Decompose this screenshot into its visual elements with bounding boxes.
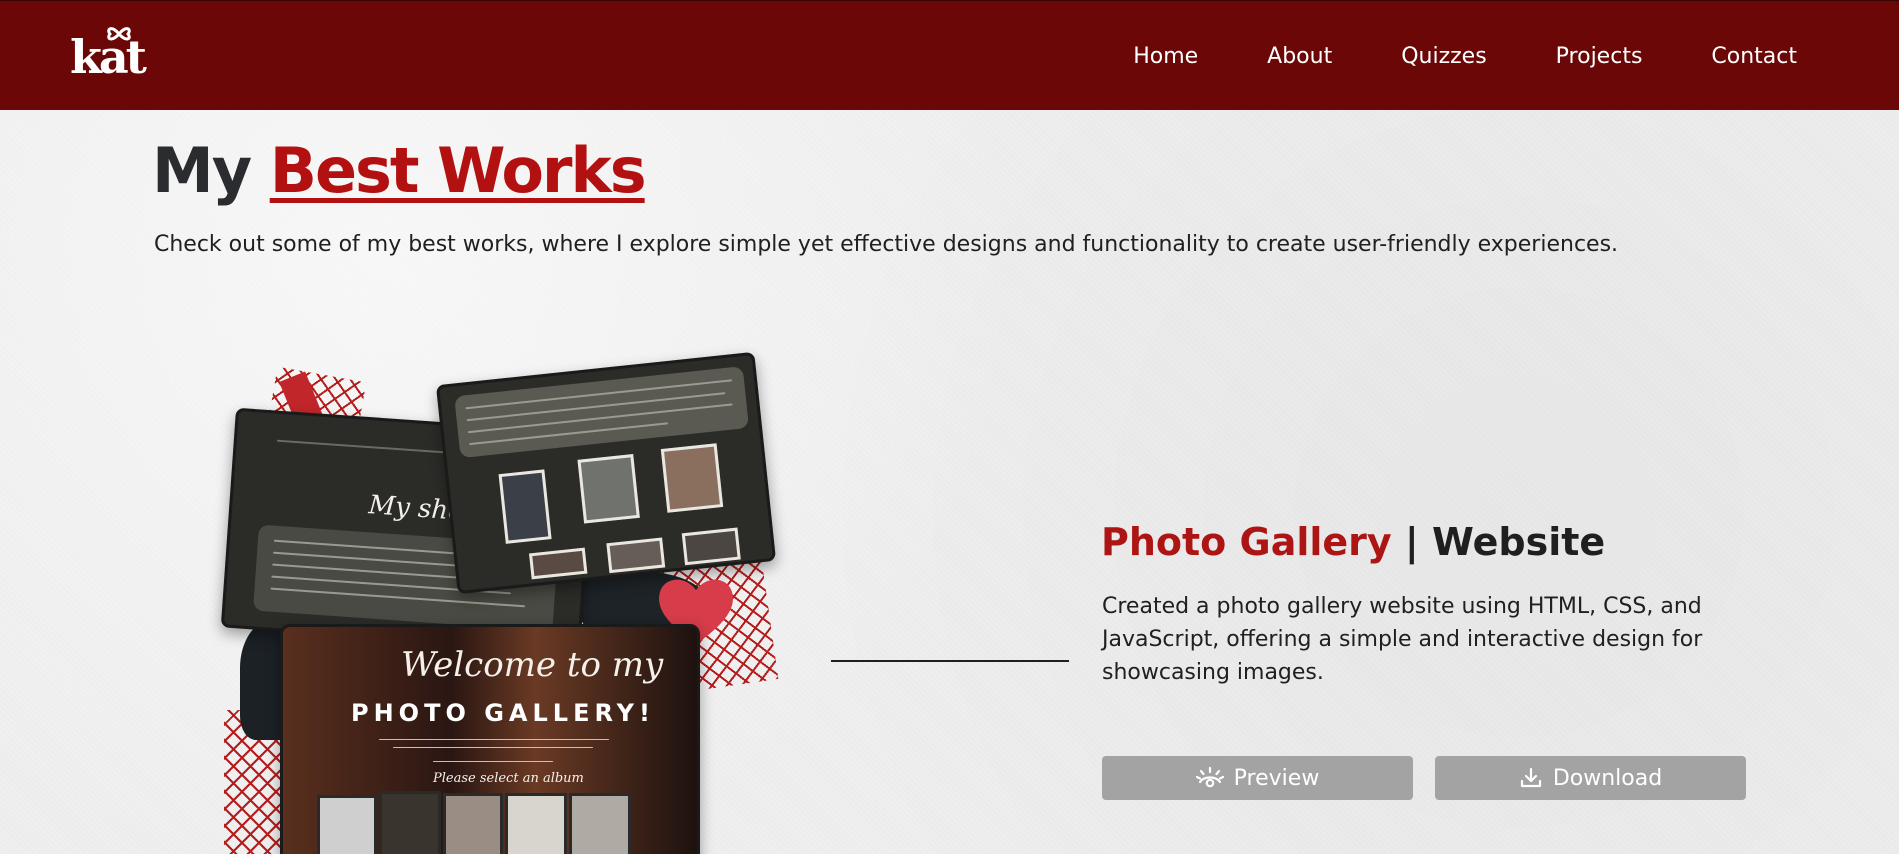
project-description: Created a photo gallery website using HT… <box>1102 594 1703 685</box>
photo-thumbnail <box>498 469 552 544</box>
nav-link-contact[interactable]: Contact <box>1711 44 1797 69</box>
nav-link-quizzes[interactable]: Quizzes <box>1401 44 1486 69</box>
download-button-label: Download <box>1552 765 1663 791</box>
logo[interactable]: kat <box>70 27 154 83</box>
album-thumbnail <box>569 793 631 854</box>
project-name: Photo Gallery <box>1101 520 1392 564</box>
photo-thumbnail <box>606 537 666 574</box>
navbar: kat Home About Quizzes Projects Contact <box>0 0 1899 110</box>
page-title-plain: My <box>152 134 252 207</box>
album-page-screenshot <box>435 351 777 595</box>
project-title: Photo Gallery | Website <box>1101 520 1605 572</box>
nav-link-projects[interactable]: Projects <box>1556 44 1643 69</box>
eye-icon <box>1195 766 1224 788</box>
project-title-separator: | <box>1404 520 1419 564</box>
intro-text: Check out some of my best works, where I… <box>154 232 1619 257</box>
download-icon <box>1520 767 1541 788</box>
photo-thumbnail <box>577 454 640 524</box>
gallery-title-text: PHOTO GALLERY! <box>351 699 655 727</box>
project-collage-image: My short st Welcome to my PHOTO GALLERY!… <box>210 350 810 854</box>
nav-links: Home About Quizzes Projects Contact <box>1133 1 1797 111</box>
gallery-home-screenshot: Welcome to my PHOTO GALLERY! Please sele… <box>280 624 700 854</box>
photo-thumbnail <box>681 527 741 566</box>
album-prompt-text: Please select an album <box>433 771 584 786</box>
welcome-text: Welcome to my <box>401 645 664 685</box>
connector-line <box>831 660 1069 662</box>
project-type: Website <box>1432 520 1606 564</box>
photo-thumbnail <box>660 443 724 513</box>
album-thumbnail <box>379 791 441 854</box>
album-thumbnail <box>505 793 567 854</box>
nav-link-home[interactable]: Home <box>1133 44 1198 69</box>
album-thumbnail <box>443 793 503 854</box>
album-thumbnail <box>317 795 377 854</box>
page-title-accent: Best Works <box>269 134 647 207</box>
bow-icon <box>107 27 131 41</box>
nav-link-about[interactable]: About <box>1267 44 1332 69</box>
preview-button-label: Preview <box>1233 765 1320 791</box>
photo-thumbnail <box>528 547 588 580</box>
download-button[interactable]: Download <box>1435 756 1746 800</box>
page-title: My Best Works <box>152 134 647 214</box>
preview-button[interactable]: Preview <box>1102 756 1413 800</box>
